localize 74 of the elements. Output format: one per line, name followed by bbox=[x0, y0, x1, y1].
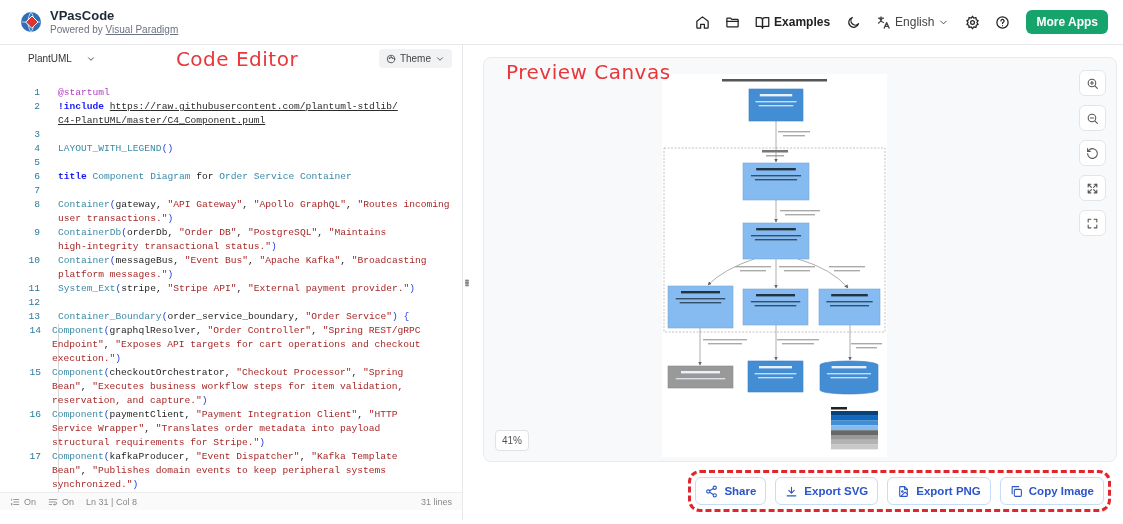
line-number: 17 bbox=[28, 450, 41, 464]
powered-by-text: Powered by Visual Paradigm bbox=[50, 24, 179, 36]
share-icon bbox=[705, 484, 719, 498]
numbered-list-icon bbox=[10, 496, 20, 507]
line-number: 1 bbox=[33, 86, 40, 100]
theme-button[interactable]: Theme bbox=[378, 49, 452, 68]
code-line: Container(gateway, "API Gateway", "Apollo GraphQL", "Routes incoming user transactions.") bbox=[58, 198, 451, 226]
settings-icon bbox=[964, 14, 980, 30]
code-line: LAYOUT_WITH_LEGEND() bbox=[58, 142, 175, 156]
zoom-in-button[interactable] bbox=[1079, 70, 1106, 96]
copy-icon bbox=[1009, 484, 1023, 498]
code-line: Container_Boundary(order_service_boundary, "Order Service") { bbox=[58, 310, 411, 324]
word-wrap-toggle[interactable]: On bbox=[48, 496, 75, 507]
copy-image-button[interactable]: Copy Image bbox=[999, 477, 1104, 505]
drag-handle-icon[interactable] bbox=[463, 278, 471, 287]
translate-icon bbox=[876, 14, 892, 30]
fullscreen-button[interactable] bbox=[1079, 210, 1106, 236]
cursor-position: Ln 31 | Col 8 bbox=[86, 496, 137, 507]
line-numbers-toggle[interactable]: On bbox=[10, 496, 36, 507]
zoom-in-icon bbox=[1086, 76, 1099, 90]
wrap-icon bbox=[48, 496, 58, 507]
code-line: ContainerDb(orderDb, "Order DB", "PostgreSQL", "Maintains high-integrity transactional status.") bbox=[58, 226, 388, 254]
code-line: System_Ext(stripe, "Stripe API", "External payment provider.") bbox=[58, 282, 417, 296]
line-number: 8 bbox=[33, 198, 40, 212]
line-number: 10 bbox=[27, 254, 40, 268]
code-line: Component(checkoutOrchestrator, "Checkout Processor", "Spring Bean", "Executes business workflow steps for item validation, reservation, and capture.") bbox=[52, 366, 405, 408]
language-dropdown[interactable]: English bbox=[871, 10, 955, 34]
code-line: Component(graphqlResolver, "Order Controller", "Spring REST/gRPC Endpoint", "Exposes API targets for cart operations and checkout execution.") bbox=[52, 324, 422, 366]
rotate-icon bbox=[1086, 146, 1099, 160]
code-line: Component(paymentClient, "Payment Integration Client", "HTTP Service Wrapper", "Translates order metadata into payload structural requirements for Stripe.") bbox=[52, 408, 399, 450]
line-number: 3 bbox=[33, 128, 40, 142]
language-dropdown[interactable]: PlantUML bbox=[20, 51, 104, 66]
line-number: 11 bbox=[27, 282, 40, 296]
reset-view-button[interactable] bbox=[1079, 140, 1106, 166]
line-number: 12 bbox=[27, 296, 40, 310]
zoom-level: 41% bbox=[495, 430, 529, 451]
line-number: 6 bbox=[33, 170, 40, 184]
folder-icon bbox=[724, 14, 740, 30]
zoom-out-button[interactable] bbox=[1079, 105, 1106, 131]
line-number: 7 bbox=[33, 184, 40, 198]
code-line: title Component Diagram for Order Service Container bbox=[58, 170, 353, 184]
help-icon bbox=[994, 14, 1010, 30]
annotation-label: Code Editor bbox=[175, 46, 299, 71]
fit-to-screen-button[interactable] bbox=[1079, 175, 1106, 201]
annotation-label: Preview Canvas bbox=[506, 60, 671, 84]
code-line: !include https://raw.githubusercontent.com/plantuml-stdlib/C4-PlantUML/master/C4_Component.puml bbox=[58, 100, 399, 128]
palette-icon bbox=[385, 53, 396, 64]
book-icon bbox=[755, 14, 771, 30]
share-button[interactable]: Share bbox=[695, 477, 767, 505]
visual-paradigm-link[interactable]: Visual Paradigm bbox=[105, 24, 179, 35]
app-name: VPasCode bbox=[50, 8, 116, 24]
logo-icon bbox=[20, 11, 42, 33]
line-number: 2 bbox=[33, 100, 40, 114]
examples-button[interactable]: Examples bbox=[750, 10, 836, 34]
moon-icon bbox=[845, 14, 861, 30]
image-file-icon bbox=[897, 484, 911, 498]
line-number: 9 bbox=[33, 226, 40, 240]
line-number: 13 bbox=[27, 310, 40, 324]
home-icon bbox=[694, 14, 710, 30]
code-line: @startuml bbox=[58, 86, 111, 100]
code-line: Component(kafkaProducer, "Event Dispatcher", "Kafka Template Bean", "Publishes domain events to keep peripheral systems synchronized.") bbox=[52, 450, 399, 492]
line-number: 14 bbox=[28, 324, 41, 338]
export-png-button[interactable]: Export PNG bbox=[887, 477, 991, 505]
export-svg-button[interactable]: Export SVG bbox=[775, 477, 879, 505]
arrows-icon bbox=[1086, 181, 1099, 195]
zoom-out-icon bbox=[1086, 111, 1099, 125]
code-line: Container(messageBus, "Event Bus", "Apache Kafka", "Broadcasting platform messages.") bbox=[58, 254, 428, 282]
line-number: 5 bbox=[33, 156, 40, 170]
download-icon bbox=[785, 484, 799, 498]
line-number: 4 bbox=[33, 142, 40, 156]
line-number: 16 bbox=[28, 408, 41, 422]
fullscreen-icon bbox=[1086, 216, 1099, 230]
line-count: 31 lines bbox=[420, 496, 452, 507]
line-number: 15 bbox=[28, 366, 41, 380]
